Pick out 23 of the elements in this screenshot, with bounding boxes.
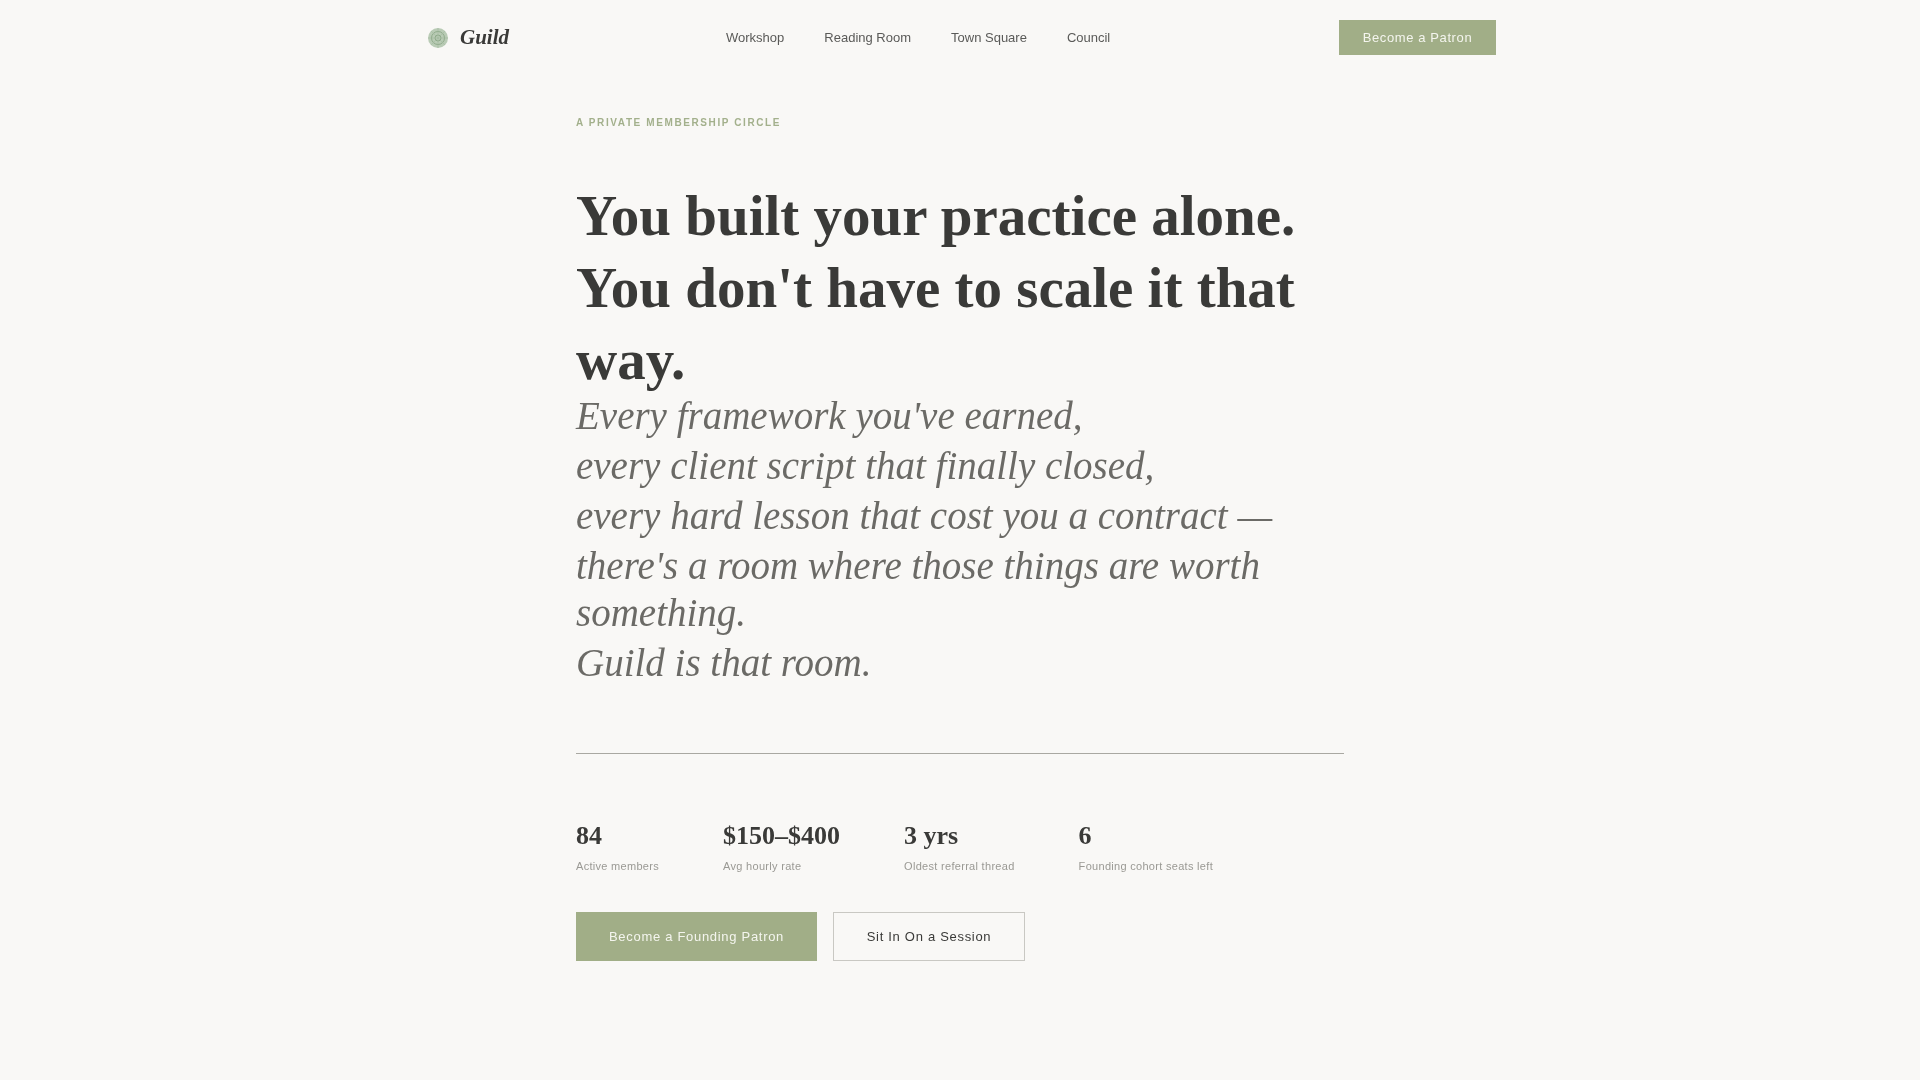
headline: You don't have to scale it that way.	[576, 255, 1296, 393]
stat-value: $150–$400	[723, 821, 841, 851]
poem-line: every hard lesson that cost you a contract —	[576, 493, 1274, 540]
nav-link[interactable]: Workshop	[726, 30, 785, 45]
headline: You built your practice alone.	[576, 183, 1297, 249]
nav-link[interactable]: Council	[1066, 30, 1111, 45]
poem-line: Every framework you've earned,	[576, 393, 1084, 440]
brand-name[interactable]: Guild	[460, 25, 509, 50]
stat-value: 6	[1078, 821, 1093, 851]
poem-line: every client script that finally closed,	[576, 443, 1156, 490]
nav-link[interactable]: Reading Room	[824, 30, 911, 45]
eyebrow-label: A PRIVATE MEMBERSHIP CIRCLE	[576, 117, 783, 128]
poem-line: there's a room where those things are worth something.	[576, 543, 1261, 637]
session-button[interactable]: Sit In On a Session	[833, 912, 1025, 961]
nav-link[interactable]: Town Square	[951, 30, 1027, 45]
stat-label: Oldest referral thread	[904, 860, 1015, 872]
poem-line: Guild is that room.	[576, 640, 873, 686]
stat-label: Active members	[576, 860, 660, 872]
stat-value: 3 yrs	[904, 821, 960, 851]
logo-icon	[427, 26, 449, 49]
stat-label: Avg hourly rate	[723, 860, 803, 872]
stat-label: Founding cohort seats left	[1078, 860, 1213, 872]
stat-value: 84	[576, 821, 603, 851]
